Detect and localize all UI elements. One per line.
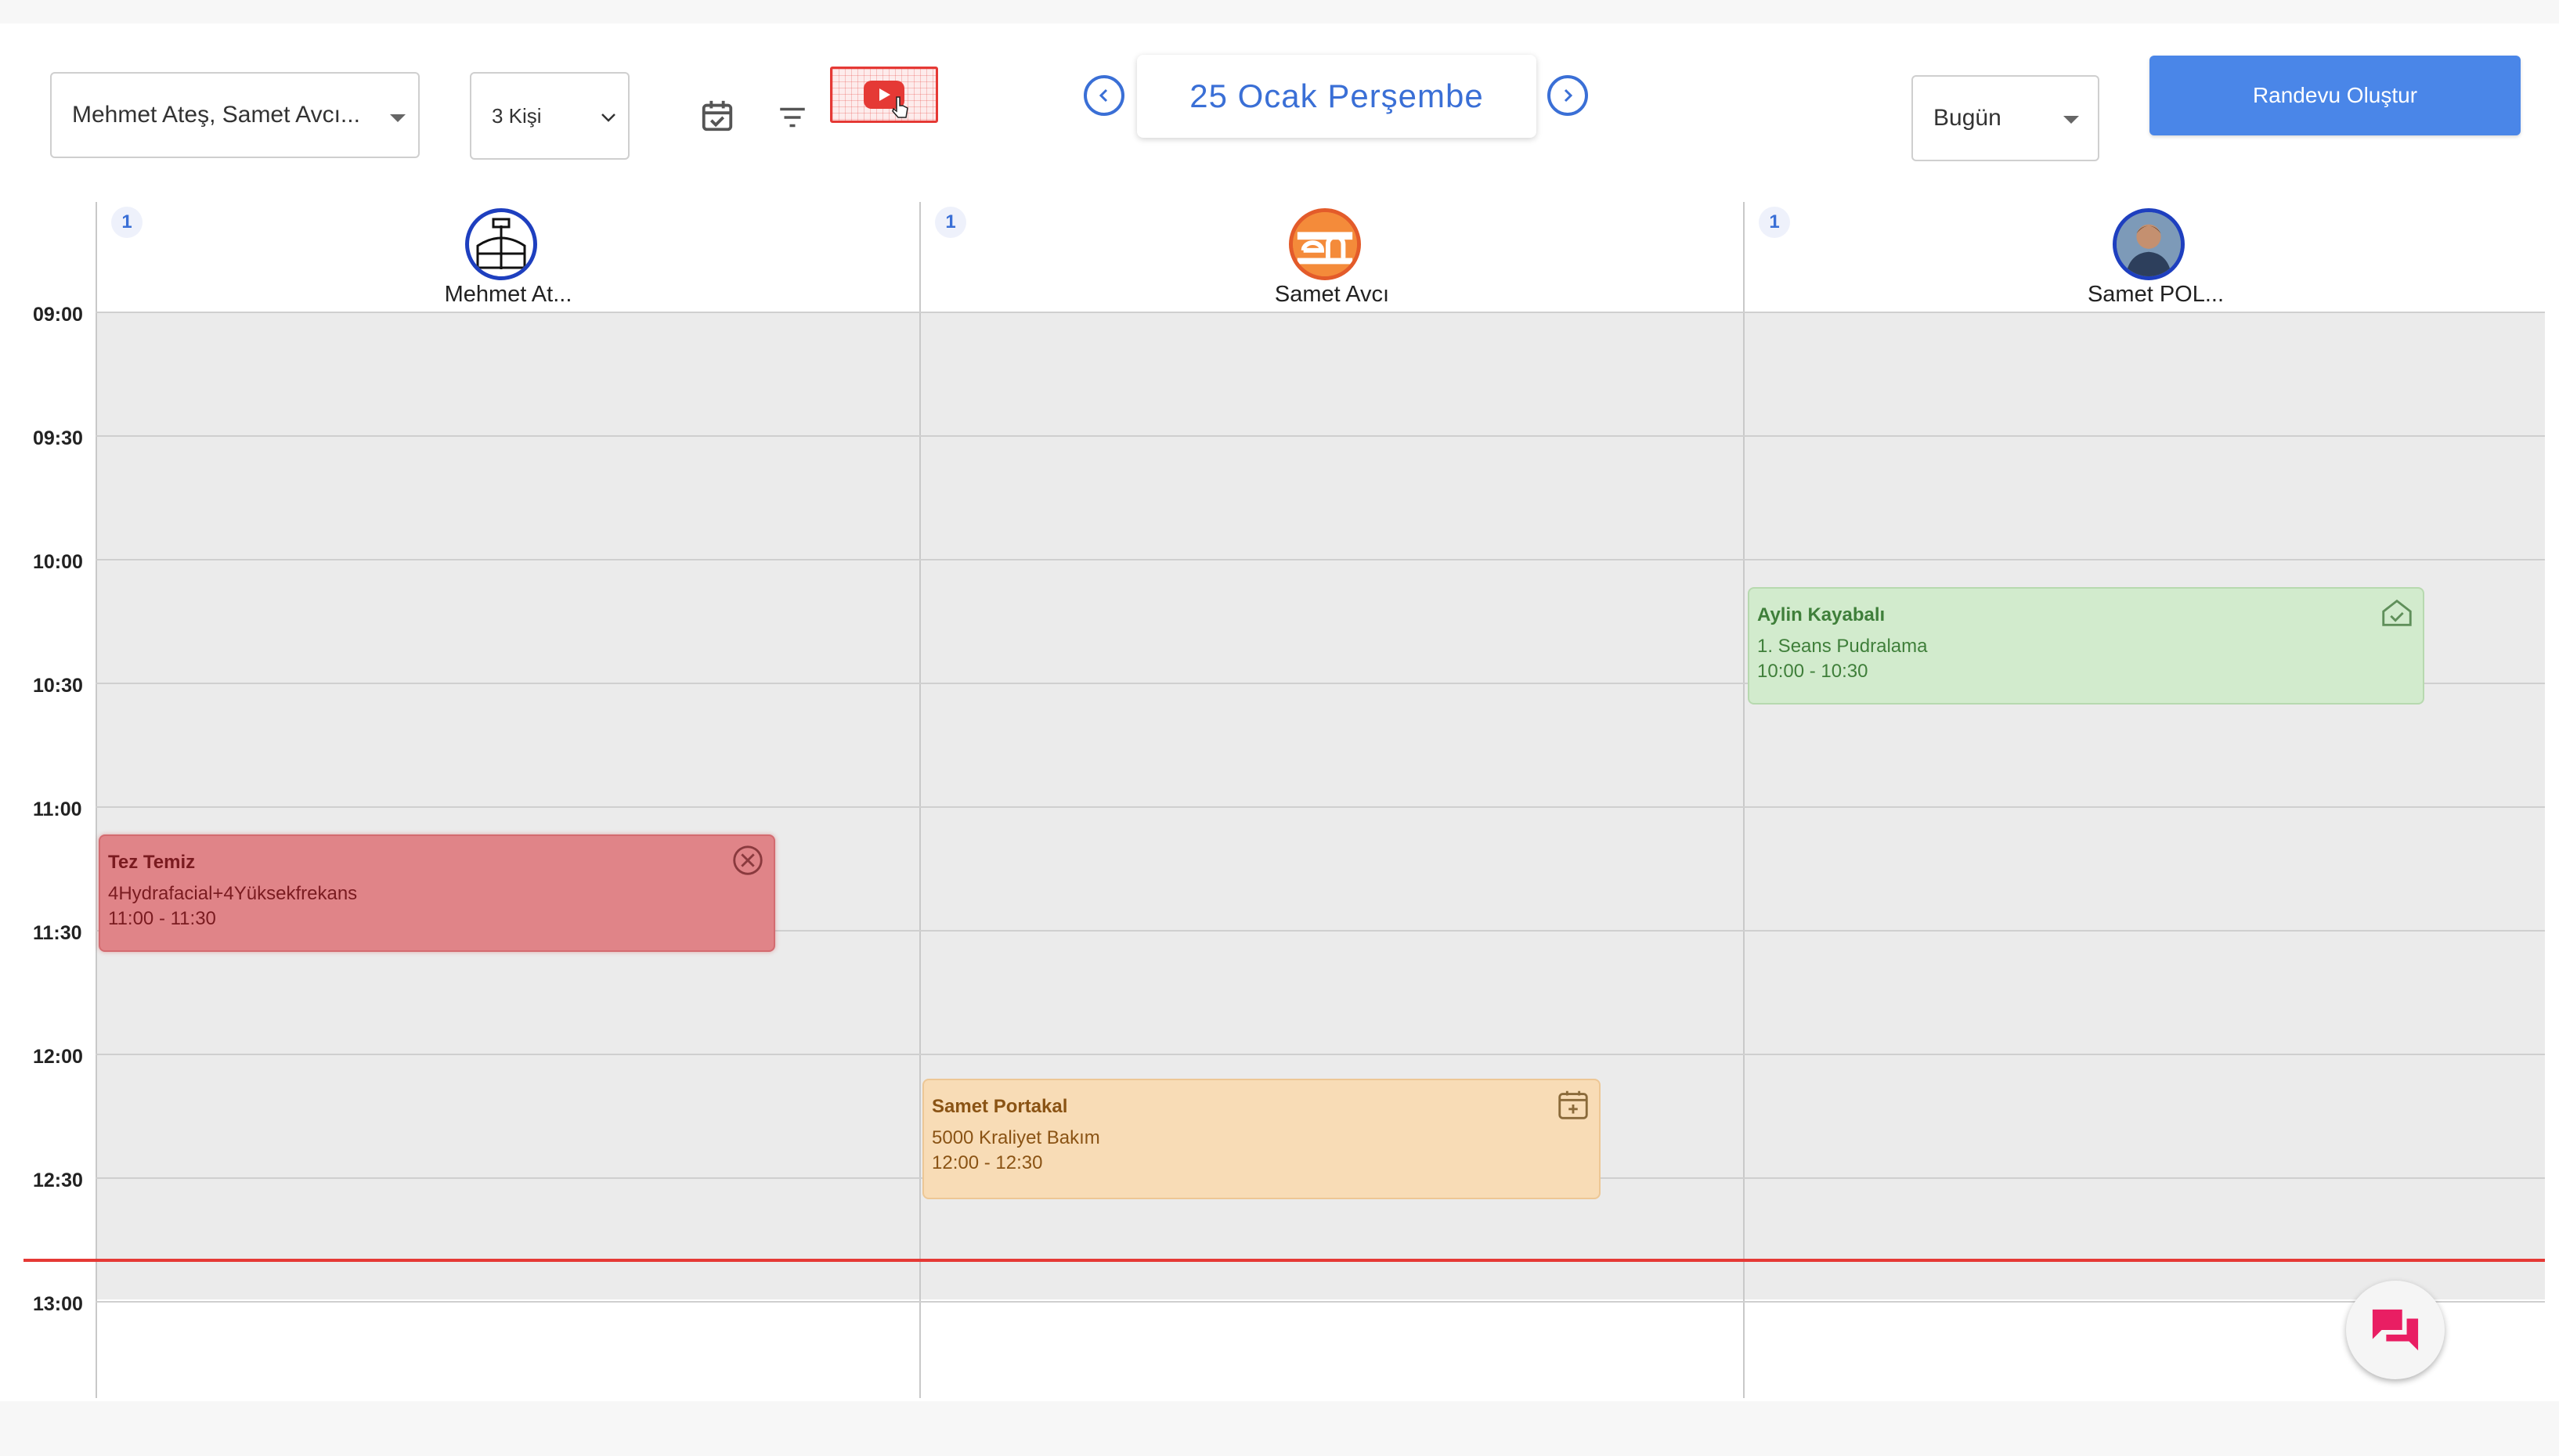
time-label: 13:00 xyxy=(33,1293,83,1315)
chat-icon xyxy=(2372,1309,2419,1351)
staff-column-header[interactable]: 1 Mehmet At... xyxy=(97,202,919,310)
avatar xyxy=(2113,208,2185,280)
appointment-service: 4Hydrafacial+4Yüksekfrekans xyxy=(108,883,358,904)
staff-column-header[interactable]: 1 Samet POL... xyxy=(1745,202,2559,310)
filter-button[interactable] xyxy=(771,96,814,139)
building-logo-icon xyxy=(473,216,529,272)
range-select-value: Bugün xyxy=(1933,105,2001,131)
en-logo-icon xyxy=(1293,212,1357,276)
range-select[interactable]: Bugün xyxy=(1911,75,2099,161)
appointment-time: 12:00 - 12:30 xyxy=(932,1152,1043,1173)
time-label: 11:00 xyxy=(33,798,82,820)
calendar-plus-icon xyxy=(1558,1090,1588,1119)
slot-line xyxy=(96,435,2545,437)
current-date-label: 25 Ocak Perşembe xyxy=(1189,77,1484,114)
calendar-check-button[interactable] xyxy=(695,94,739,138)
time-label: 12:00 xyxy=(33,1046,83,1068)
time-label: 11:30 xyxy=(33,922,82,944)
slot-line xyxy=(96,312,2545,313)
time-label: 12:30 xyxy=(33,1169,83,1191)
prev-day-button[interactable] xyxy=(1084,75,1124,116)
staff-name: Samet POL... xyxy=(2087,282,2225,307)
video-tutorial-button[interactable] xyxy=(830,67,938,123)
caret-down-icon xyxy=(390,114,406,122)
next-day-button[interactable] xyxy=(1547,75,1588,116)
column-divider xyxy=(96,202,97,1398)
cancel-circle-icon xyxy=(733,845,763,875)
slot-line xyxy=(96,559,2545,560)
current-date-display[interactable]: 25 Ocak Perşembe xyxy=(1137,55,1536,138)
calendar-page: Mehmet Ateş, Samet Avcı... 3 Kişi 25 Oca… xyxy=(0,23,2559,1401)
time-label: 09:30 xyxy=(33,427,83,449)
staff-select-value: Mehmet Ateş, Samet Avcı... xyxy=(72,102,360,128)
appointment-time: 11:00 - 11:30 xyxy=(108,908,216,929)
slot-line xyxy=(96,806,2545,808)
time-label: 10:30 xyxy=(33,675,83,697)
appointment-count-badge: 1 xyxy=(111,207,143,238)
home-check-icon xyxy=(2382,599,2412,626)
chevron-right-icon xyxy=(1564,88,1573,103)
staff-name: Samet Avcı xyxy=(1274,282,1390,307)
appointment-customer: Aylin Kayabalı xyxy=(1757,604,1886,625)
appointment-card[interactable]: Samet Portakal 5000 Kraliyet Bakım 12:00… xyxy=(922,1079,1601,1199)
chevron-down-icon xyxy=(601,114,615,122)
staff-column-header[interactable]: 1 Samet Avcı xyxy=(921,202,1743,310)
create-appointment-label: Randevu Oluştur xyxy=(2252,83,2418,107)
time-label: 10:00 xyxy=(33,551,83,573)
appointment-customer: Tez Temiz xyxy=(108,852,196,873)
caret-down-icon xyxy=(2063,116,2079,124)
avatar xyxy=(465,208,537,280)
slot-line xyxy=(96,1054,2545,1055)
slot-line xyxy=(96,1301,2545,1303)
column-divider xyxy=(1743,202,1745,1398)
appointment-count-badge: 1 xyxy=(935,207,966,238)
appointment-service: 5000 Kraliyet Bakım xyxy=(932,1127,1100,1148)
calendar-grid: 09:00 09:30 10:00 10:30 11:00 11:30 12:0… xyxy=(0,180,2559,1401)
appointment-card[interactable]: Tez Temiz 4Hydrafacial+4Yüksekfrekans 11… xyxy=(99,834,775,952)
column-divider xyxy=(919,202,921,1398)
appointment-card[interactable]: Aylin Kayabalı 1. Seans Pudralama 10:00 … xyxy=(1748,587,2424,705)
cursor-pointer-icon xyxy=(892,96,908,118)
people-count-select[interactable]: 3 Kişi xyxy=(470,72,630,160)
avatar xyxy=(1289,208,1361,280)
toolbar: Mehmet Ateş, Samet Avcı... 3 Kişi 25 Oca… xyxy=(0,23,2559,180)
time-label: 09:00 xyxy=(33,304,83,326)
chat-button[interactable] xyxy=(2346,1281,2445,1379)
appointment-service: 1. Seans Pudralama xyxy=(1757,636,1928,657)
staff-select[interactable]: Mehmet Ateş, Samet Avcı... xyxy=(50,72,420,158)
chevron-left-icon xyxy=(1099,88,1108,103)
staff-name: Mehmet At... xyxy=(444,282,572,307)
filter-icon xyxy=(780,107,805,128)
create-appointment-button[interactable]: Randevu Oluştur xyxy=(2149,56,2521,135)
current-time-indicator xyxy=(23,1259,2545,1262)
appointment-count-badge: 1 xyxy=(1759,207,1790,238)
calendar-check-icon xyxy=(702,100,733,132)
people-count-value: 3 Kişi xyxy=(492,103,542,128)
appointment-time: 10:00 - 10:30 xyxy=(1757,661,1868,682)
person-photo-icon xyxy=(2117,212,2181,276)
appointment-customer: Samet Portakal xyxy=(932,1096,1068,1117)
